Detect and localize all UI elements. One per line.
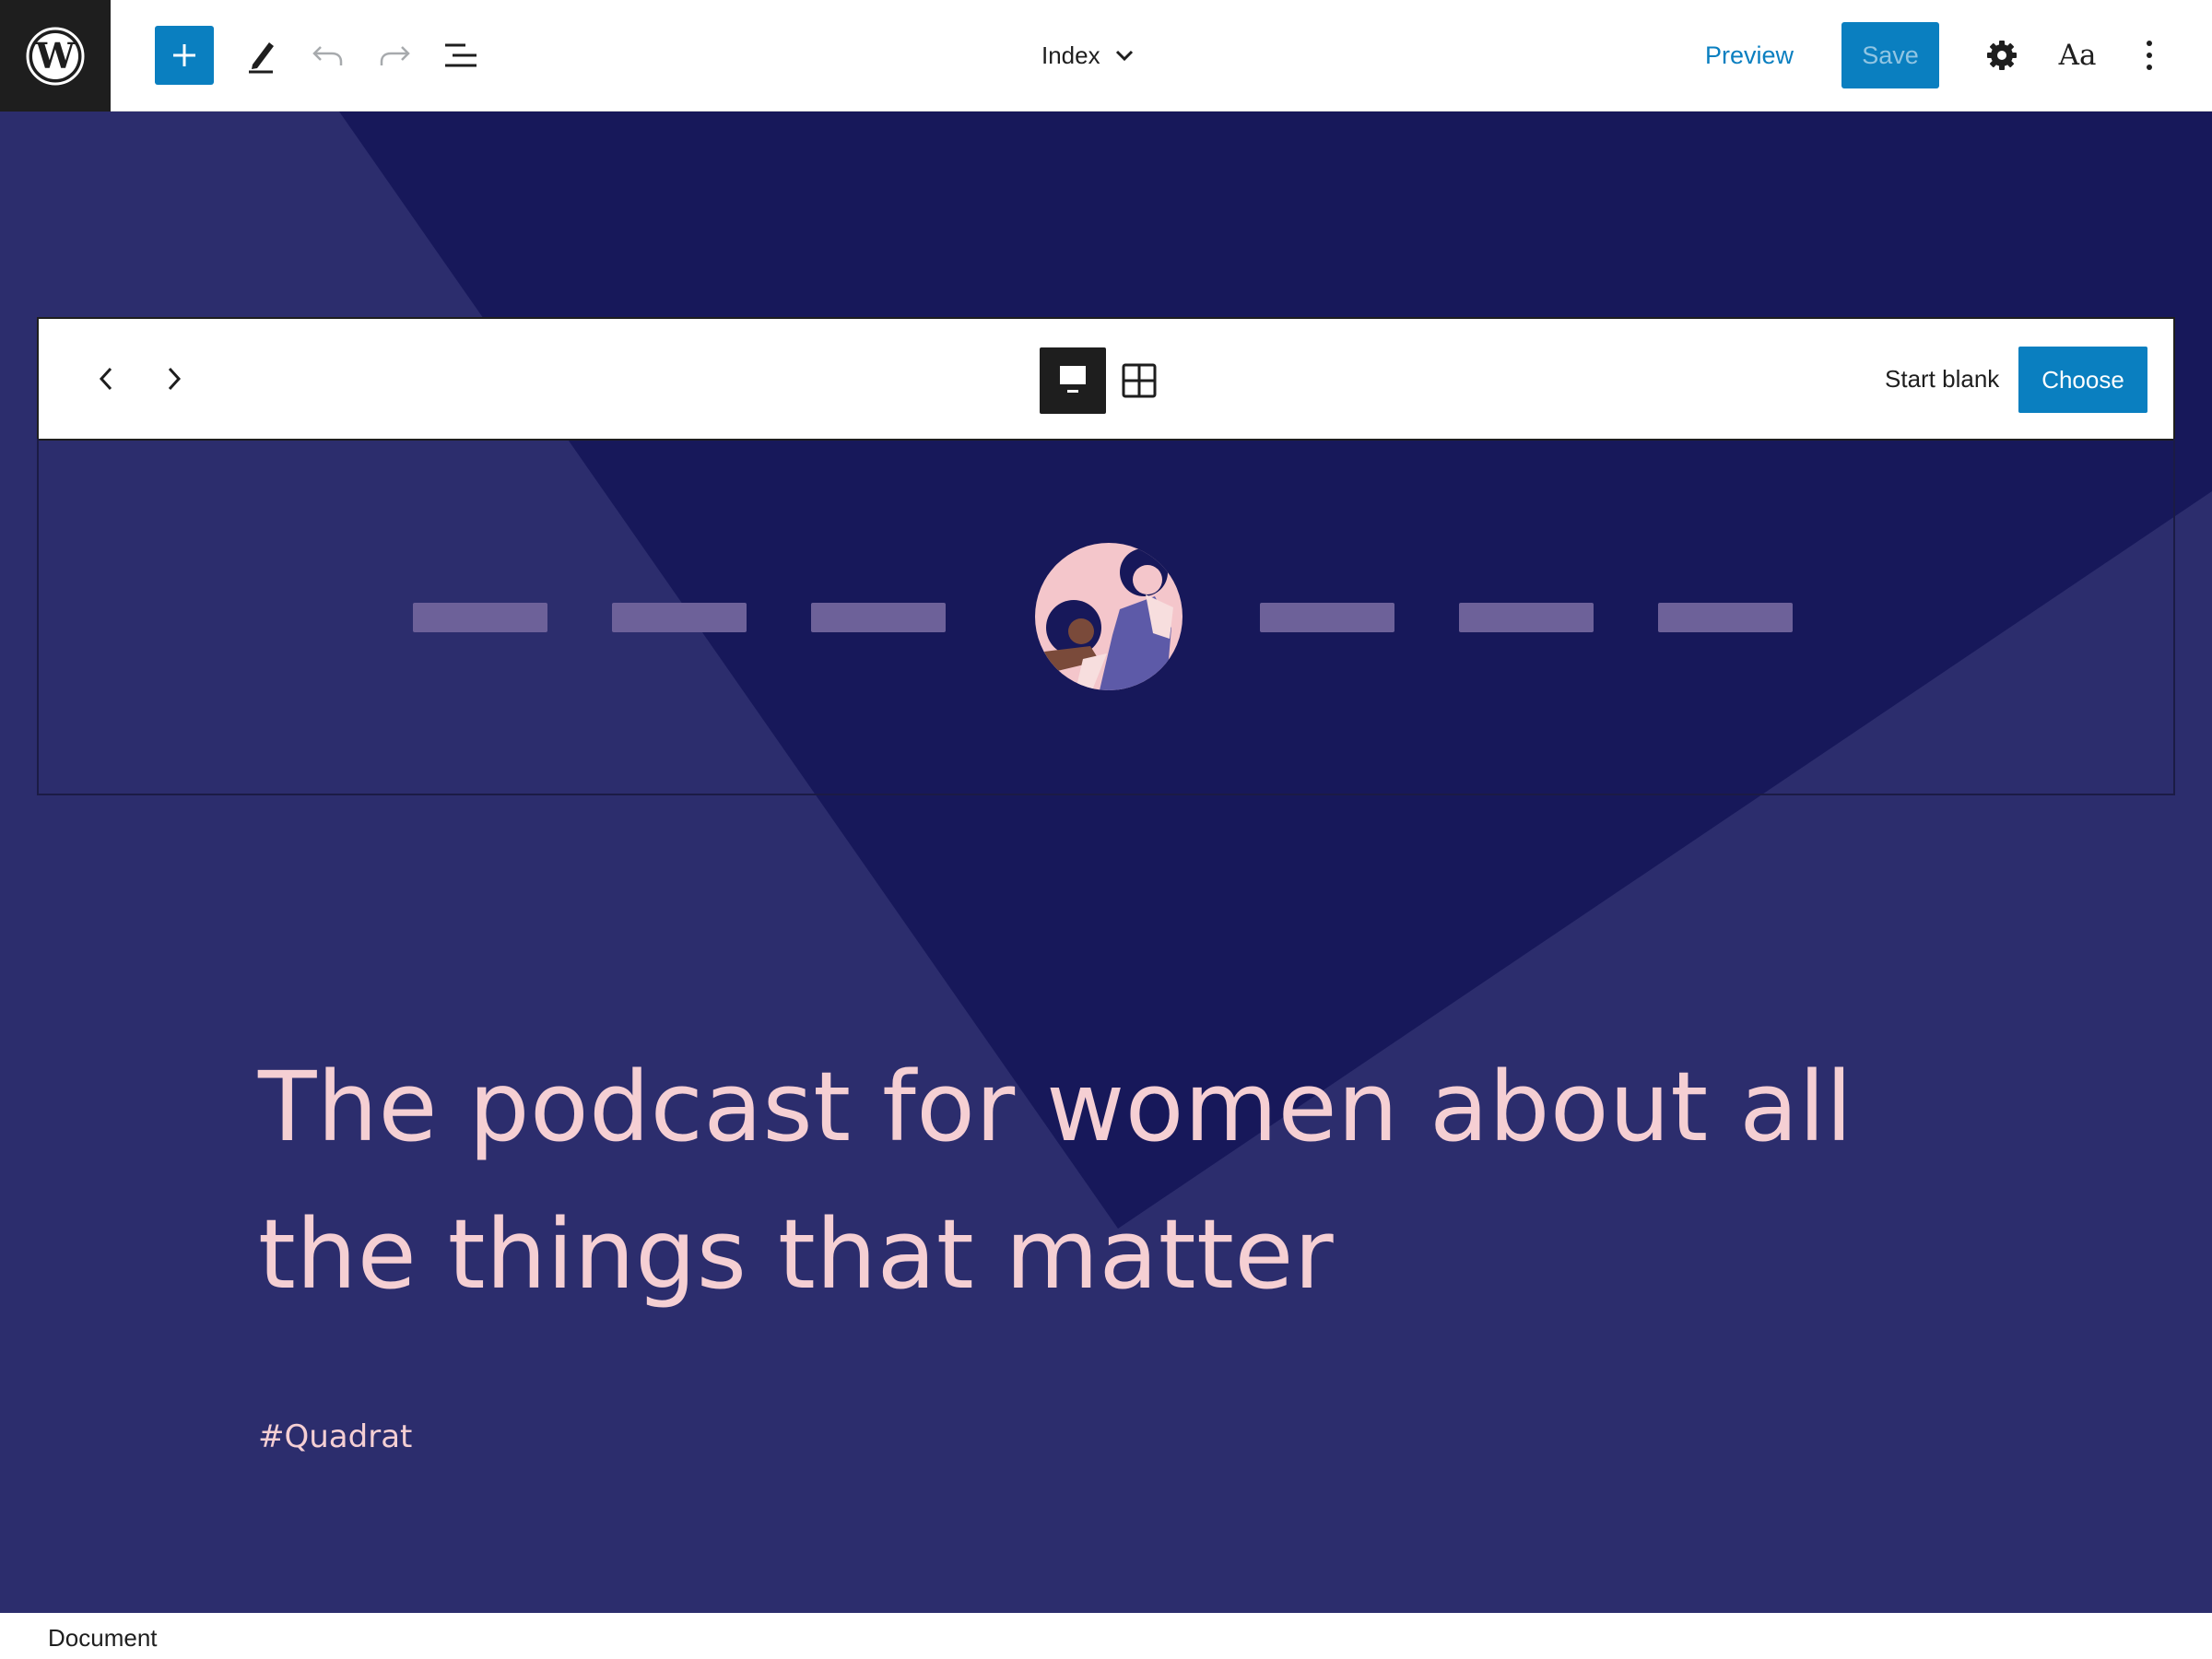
undo-icon <box>312 46 343 65</box>
editor-header: W Index Preview Save Aa <box>0 0 2212 112</box>
choose-pattern-button[interactable]: Choose <box>2018 347 2147 413</box>
chevron-down-icon <box>1115 50 1133 62</box>
add-block-button[interactable] <box>155 26 214 85</box>
more-vertical-icon <box>2147 41 2152 70</box>
nav-item-placeholder <box>612 603 747 632</box>
grid-view-button[interactable] <box>1106 347 1172 414</box>
breadcrumb-document[interactable]: Document <box>48 1624 158 1653</box>
document-title-dropdown[interactable]: Index <box>1041 26 1135 85</box>
redo-icon <box>380 46 410 65</box>
undo-button[interactable] <box>299 26 358 85</box>
redo-button[interactable] <box>365 26 424 85</box>
previous-pattern-button[interactable] <box>77 349 136 408</box>
page-headline[interactable]: The podcast for women about all the thin… <box>258 1033 1862 1328</box>
settings-button[interactable] <box>1972 26 2031 85</box>
nav-item-placeholder <box>1658 603 1793 632</box>
nav-item-placeholder <box>1260 603 1394 632</box>
chevron-right-icon <box>168 367 182 391</box>
plus-icon <box>173 44 195 66</box>
hashtag-text[interactable]: #Quadrat <box>258 1418 412 1455</box>
pattern-selector-toolbar: Start blank Choose <box>37 317 2175 441</box>
start-blank-button[interactable]: Start blank <box>1885 349 1999 408</box>
nav-item-placeholder <box>413 603 547 632</box>
carousel-view-button[interactable] <box>1040 347 1106 414</box>
gear-icon <box>1987 41 2017 70</box>
block-breadcrumb-bar: Document <box>0 1613 2212 1659</box>
options-button[interactable] <box>2120 26 2179 85</box>
preview-button[interactable]: Preview <box>1705 26 1794 85</box>
next-pattern-button[interactable] <box>144 349 203 408</box>
tools-button[interactable] <box>232 26 291 85</box>
wordpress-logo-button[interactable]: W <box>0 0 111 112</box>
site-logo-illustration <box>1035 543 1182 690</box>
nav-item-placeholder <box>1459 603 1594 632</box>
chevron-left-icon <box>99 367 112 391</box>
grid-view-icon <box>1122 363 1157 398</box>
pattern-preview[interactable] <box>37 439 2175 795</box>
save-button[interactable]: Save <box>1841 22 1939 88</box>
editor-canvas[interactable]: Start blank Choose The podcast for women… <box>0 112 2212 1613</box>
svg-text:W: W <box>35 35 76 76</box>
document-title: Index <box>1041 41 1100 69</box>
nav-item-placeholder <box>811 603 946 632</box>
pencil-icon <box>249 42 274 74</box>
wordpress-logo-icon: W <box>26 27 85 85</box>
styles-button[interactable]: Aa <box>2057 26 2098 85</box>
single-view-icon <box>1060 366 1086 393</box>
list-view-button[interactable] <box>431 26 490 85</box>
list-view-icon <box>445 43 477 67</box>
